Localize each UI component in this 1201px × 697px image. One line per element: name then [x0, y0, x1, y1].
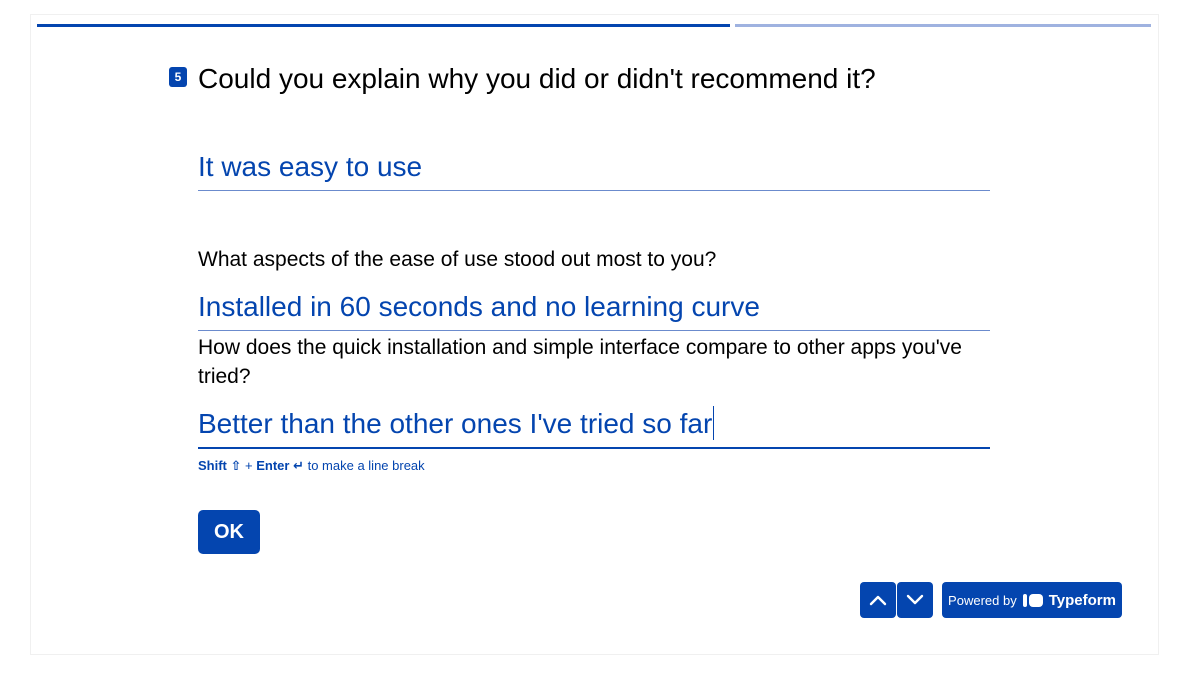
line-break-hint: Shift ⇧ + Enter ↵ to make a line break	[198, 458, 425, 474]
answer-field-3[interactable]: Better than the other ones I've tried so…	[198, 405, 990, 449]
hint-enter-key: Enter ↵	[256, 458, 304, 473]
question-number-badge: 5	[169, 67, 187, 87]
followup-question-2: How does the quick installation and simp…	[198, 336, 962, 388]
progress-bar	[37, 24, 1151, 27]
text-cursor	[713, 405, 715, 440]
ok-button[interactable]: OK	[198, 510, 260, 554]
answer-field-1[interactable]: It was easy to use	[198, 148, 990, 191]
progress-bar-fill	[37, 24, 730, 27]
progress-bar-remaining	[735, 24, 1151, 27]
followup-question-1: What aspects of the ease of use stood ou…	[198, 248, 717, 271]
chevron-down-icon	[906, 594, 924, 605]
answer-field-2[interactable]: Installed in 60 seconds and no learning …	[198, 288, 990, 331]
answer-text-3: Better than the other ones I've tried so…	[198, 408, 713, 439]
typeform-logo-icon	[1022, 593, 1043, 607]
answer-text-2: Installed in 60 seconds and no learning …	[198, 291, 760, 322]
chevron-up-icon	[869, 595, 887, 606]
powered-by-label: Powered by	[948, 592, 1017, 608]
hint-shift-key: Shift ⇧	[198, 458, 242, 473]
typeform-brand: Typeform	[1048, 591, 1116, 609]
next-question-button[interactable]	[897, 582, 933, 618]
answer-text-1: It was easy to use	[198, 151, 423, 182]
hint-text: to make a line break	[307, 458, 425, 473]
question-title: Could you explain why you did or didn't …	[198, 63, 876, 94]
hint-plus: +	[245, 458, 253, 473]
previous-question-button[interactable]	[860, 582, 896, 618]
powered-by-typeform-link[interactable]: Powered by Typeform	[942, 582, 1122, 618]
